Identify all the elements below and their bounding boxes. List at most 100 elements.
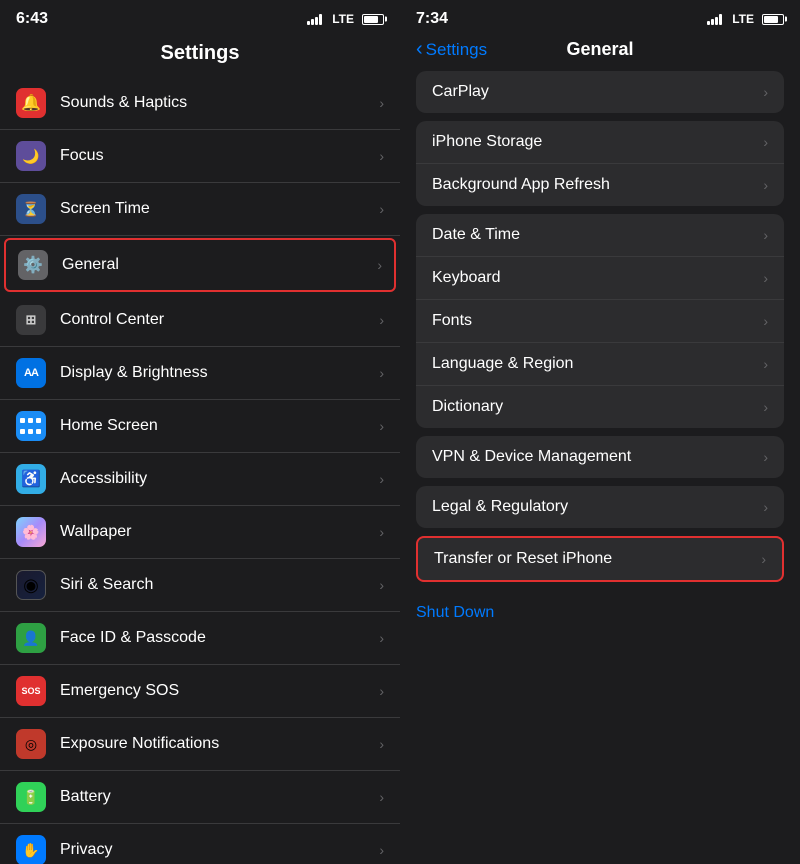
control-center-icon: ⊞ [16,305,46,335]
iphone-storage-chevron: › [763,134,768,150]
settings-item-privacy[interactable]: ✋ Privacy › [0,824,400,864]
battery-settings-icon: 🔋 [16,782,46,812]
settings-item-accessibility[interactable]: ♿ Accessibility › [0,453,400,506]
focus-icon: 🌙 [16,141,46,171]
fonts-chevron: › [763,313,768,329]
back-button[interactable]: ‹ Settings [416,38,487,61]
home-screen-chevron: › [379,418,384,434]
display-chevron: › [379,365,384,381]
dictionary-item[interactable]: Dictionary › [416,386,784,428]
settings-list: 🔔 Sounds & Haptics › 🌙 Focus › ⏳ Screen … [0,77,400,864]
exposure-icon: ◎ [16,729,46,759]
focus-chevron: › [379,148,384,164]
settings-item-sounds[interactable]: 🔔 Sounds & Haptics › [0,77,400,130]
sounds-label: Sounds & Haptics [60,94,379,112]
legal-item[interactable]: Legal & Regulatory › [416,486,784,528]
left-panel: 6:43 LTE Settings 🔔 Sounds & Haptics › 🌙 [0,0,400,864]
settings-item-general[interactable]: ⚙️ General › [4,238,396,292]
settings-item-emergency-sos[interactable]: SOS Emergency SOS › [0,665,400,718]
right-lte-label: LTE [732,12,754,26]
accessibility-chevron: › [379,471,384,487]
battery-icon [362,14,384,25]
right-status-icons: LTE [707,12,784,26]
emergency-sos-label: Emergency SOS [60,682,379,700]
accessibility-icon: ♿ [16,464,46,494]
transfer-reset-chevron: › [761,551,766,567]
general-icon: ⚙️ [18,250,48,280]
sounds-icon: 🔔 [16,88,46,118]
carplay-label: CarPlay [432,83,763,101]
date-time-item[interactable]: Date & Time › [416,214,784,257]
vpn-item[interactable]: VPN & Device Management › [416,436,784,478]
emergency-sos-icon: SOS [16,676,46,706]
screen-time-chevron: › [379,201,384,217]
settings-item-siri[interactable]: ◉ Siri & Search › [0,559,400,612]
vpn-chevron: › [763,449,768,465]
storage-group: iPhone Storage › Background App Refresh … [416,121,784,206]
back-label: Settings [426,40,487,60]
battery-chevron: › [379,789,384,805]
dictionary-chevron: › [763,399,768,415]
back-chevron-icon: ‹ [416,38,423,61]
legal-label: Legal & Regulatory [432,498,763,516]
language-region-label: Language & Region [432,355,763,373]
focus-label: Focus [60,147,379,165]
settings-item-focus[interactable]: 🌙 Focus › [0,130,400,183]
settings-item-battery[interactable]: 🔋 Battery › [0,771,400,824]
settings-item-home-screen[interactable]: Home Screen › [0,400,400,453]
settings-item-screen-time[interactable]: ⏳ Screen Time › [0,183,400,236]
keyboard-chevron: › [763,270,768,286]
settings-item-control-center[interactable]: ⊞ Control Center › [0,294,400,347]
settings-item-wallpaper[interactable]: 🌸 Wallpaper › [0,506,400,559]
keyboard-label: Keyboard [432,269,763,287]
screen-time-label: Screen Time [60,200,379,218]
display-label: Display & Brightness [60,364,379,382]
background-refresh-item[interactable]: Background App Refresh › [416,164,784,206]
battery-label: Battery [60,788,379,806]
wallpaper-icon: 🌸 [16,517,46,547]
settings-item-exposure[interactable]: ◎ Exposure Notifications › [0,718,400,771]
control-center-chevron: › [379,312,384,328]
privacy-icon: ✋ [16,835,46,864]
locale-group: Date & Time › Keyboard › Fonts › Languag… [416,214,784,428]
emergency-sos-chevron: › [379,683,384,699]
control-center-label: Control Center [60,311,379,329]
legal-group: Legal & Regulatory › [416,486,784,528]
right-nav: ‹ Settings General [400,34,800,71]
transfer-reset-label: Transfer or Reset iPhone [434,550,761,568]
vpn-group: VPN & Device Management › [416,436,784,478]
background-refresh-label: Background App Refresh [432,176,763,194]
siri-icon: ◉ [16,570,46,600]
fonts-item[interactable]: Fonts › [416,300,784,343]
right-signal-icon [707,14,722,25]
settings-item-face-id[interactable]: 👤 Face ID & Passcode › [0,612,400,665]
face-id-chevron: › [379,630,384,646]
privacy-label: Privacy [60,841,379,859]
wallpaper-chevron: › [379,524,384,540]
wallpaper-label: Wallpaper [60,523,379,541]
face-id-label: Face ID & Passcode [60,629,379,647]
right-battery-icon [762,14,784,25]
general-label: General [62,256,377,274]
home-screen-icon [16,411,46,441]
date-time-chevron: › [763,227,768,243]
home-screen-label: Home Screen [60,417,379,435]
right-nav-title: General [566,39,633,60]
carplay-item[interactable]: CarPlay › [416,71,784,113]
settings-item-display[interactable]: AA Display & Brightness › [0,347,400,400]
keyboard-item[interactable]: Keyboard › [416,257,784,300]
transfer-reset-item[interactable]: Transfer or Reset iPhone › [418,538,782,580]
sounds-chevron: › [379,95,384,111]
fonts-label: Fonts [432,312,763,330]
left-screen-title: Settings [0,34,400,77]
privacy-chevron: › [379,842,384,858]
language-region-item[interactable]: Language & Region › [416,343,784,386]
transfer-reset-group: Transfer or Reset iPhone › [416,536,784,582]
iphone-storage-item[interactable]: iPhone Storage › [416,121,784,164]
date-time-label: Date & Time [432,226,763,244]
exposure-label: Exposure Notifications [60,735,379,753]
background-refresh-chevron: › [763,177,768,193]
general-chevron: › [377,257,382,273]
accessibility-label: Accessibility [60,470,379,488]
shutdown-button[interactable]: Shut Down [400,590,800,636]
